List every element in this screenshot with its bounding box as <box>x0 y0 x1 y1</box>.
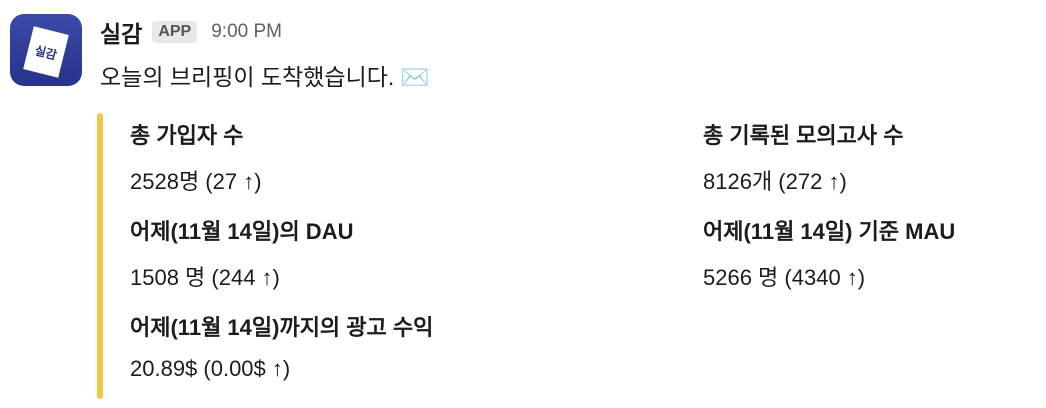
sender-name[interactable]: 실감 <box>100 15 142 49</box>
field-value: 2528명 (27 ↑) <box>130 169 262 194</box>
field-title: 어제(11월 14일)의 DAU <box>130 219 354 244</box>
field-total-signups: 총 가입자 수 2528명 (27 ↑) <box>130 118 262 196</box>
field-dau: 어제(11월 14일)의 DAU 1508 명 (244 ↑) <box>130 214 353 292</box>
app-avatar[interactable]: 실감 <box>10 14 82 86</box>
field-ad-revenue: 어제(11월 14일)까지의 광고 수익 20.89$ (0.00$ ↑) <box>130 310 433 382</box>
field-title: 총 기록된 모의고사 수 <box>703 123 904 148</box>
timestamp[interactable]: 9:00 PM <box>211 21 282 43</box>
field-value: 1508 명 (244 ↑) <box>130 265 280 290</box>
message-text: 오늘의 브리핑이 도착했습니다. ✉️ <box>100 64 430 90</box>
message-header: 실감 APP 9:00 PM <box>100 14 282 50</box>
avatar-logo: 실감 <box>23 26 69 78</box>
field-mau: 어제(11월 14일) 기준 MAU 5266 명 (4340 ↑) <box>703 214 955 292</box>
field-value: 5266 명 (4340 ↑) <box>703 265 866 290</box>
app-badge: APP <box>152 21 198 43</box>
field-total-mock-exams: 총 기록된 모의고사 수 8126개 (272 ↑) <box>703 118 904 196</box>
attachment-color-bar <box>97 113 103 399</box>
field-value: 8126개 (272 ↑) <box>703 169 847 194</box>
field-title: 총 가입자 수 <box>130 123 244 148</box>
field-value: 20.89$ (0.00$ ↑) <box>130 356 291 381</box>
field-title: 어제(11월 14일) 기준 MAU <box>703 219 956 244</box>
field-title: 어제(11월 14일)까지의 광고 수익 <box>130 315 434 340</box>
